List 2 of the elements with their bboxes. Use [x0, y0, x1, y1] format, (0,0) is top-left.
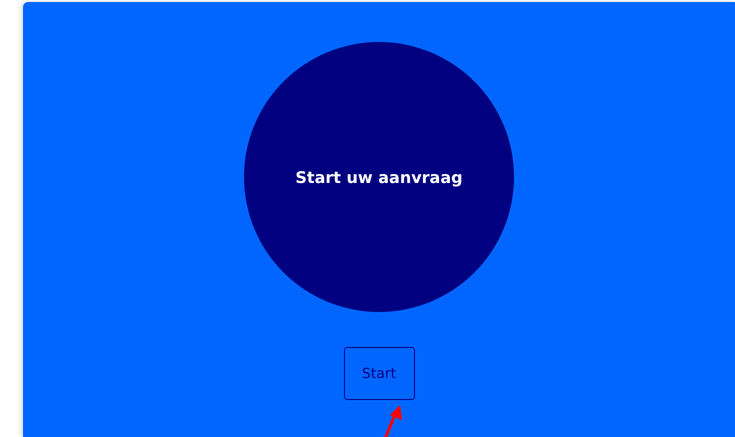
circle-title: Start uw aanvraag	[295, 168, 463, 186]
start-button[interactable]: Start	[344, 347, 414, 400]
